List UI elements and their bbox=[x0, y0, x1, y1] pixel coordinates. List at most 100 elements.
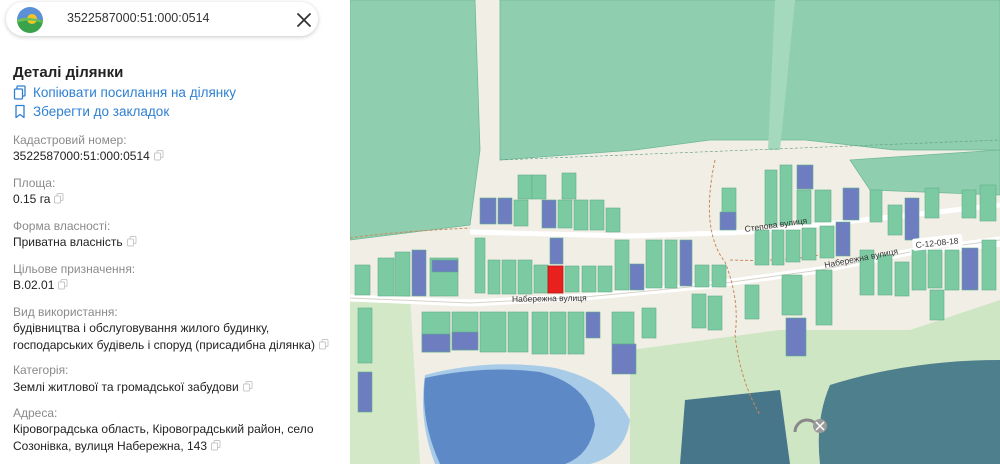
parcel[interactable] bbox=[877, 254, 893, 296]
parcel[interactable] bbox=[744, 284, 760, 320]
copy-icon[interactable] bbox=[54, 193, 64, 204]
parcel[interactable] bbox=[611, 311, 635, 345]
parcel[interactable] bbox=[354, 264, 371, 296]
state-parcel[interactable] bbox=[961, 247, 979, 291]
parcel[interactable] bbox=[924, 187, 940, 219]
parcel[interactable] bbox=[664, 239, 678, 289]
state-parcel[interactable] bbox=[842, 187, 860, 221]
category-label: Категорія: bbox=[13, 363, 69, 377]
parcel[interactable] bbox=[589, 199, 605, 231]
state-parcel[interactable] bbox=[904, 197, 920, 241]
state-parcel[interactable] bbox=[411, 249, 427, 297]
state-parcel[interactable] bbox=[357, 371, 373, 413]
parcel[interactable] bbox=[394, 251, 411, 297]
parcel[interactable] bbox=[887, 204, 903, 236]
parcel[interactable] bbox=[561, 172, 577, 200]
close-icon[interactable] bbox=[292, 8, 316, 32]
parcel[interactable] bbox=[694, 264, 710, 288]
parcel[interactable] bbox=[531, 311, 549, 355]
state-parcel[interactable] bbox=[785, 317, 807, 357]
copy-icon[interactable] bbox=[126, 236, 137, 247]
parcel[interactable] bbox=[814, 189, 832, 223]
parcel[interactable] bbox=[711, 264, 727, 288]
copy-icon[interactable] bbox=[242, 381, 253, 392]
parcel[interactable] bbox=[513, 199, 529, 227]
copy-icon[interactable] bbox=[318, 339, 329, 350]
parcel[interactable] bbox=[981, 239, 997, 291]
parcel[interactable] bbox=[557, 199, 573, 229]
state-parcel[interactable] bbox=[611, 343, 637, 375]
copy-link-button[interactable]: Копіювати посилання на ділянку bbox=[13, 85, 236, 100]
parcel[interactable] bbox=[819, 225, 835, 259]
state-parcel[interactable] bbox=[796, 164, 814, 190]
state-parcel[interactable] bbox=[549, 237, 564, 265]
parcel[interactable] bbox=[549, 311, 567, 355]
state-parcel[interactable] bbox=[479, 197, 497, 225]
state-parcel[interactable] bbox=[451, 331, 479, 351]
parcel[interactable] bbox=[581, 265, 597, 293]
state-parcel[interactable] bbox=[679, 239, 693, 287]
parcel[interactable] bbox=[517, 259, 533, 295]
usage-label: Вид використання: bbox=[13, 305, 118, 319]
parcel[interactable] bbox=[567, 311, 585, 355]
parcel[interactable] bbox=[961, 189, 977, 219]
agricultural-field-west[interactable] bbox=[350, 0, 481, 241]
state-parcel[interactable] bbox=[497, 197, 513, 225]
ownership-value-row: Приватна власність bbox=[13, 234, 137, 251]
parcel[interactable] bbox=[781, 274, 803, 316]
map-canvas[interactable]: Набережна вулиця Набережна вулиця Степов… bbox=[350, 0, 1000, 464]
parcel[interactable] bbox=[474, 237, 486, 294]
parcel[interactable] bbox=[357, 307, 373, 364]
state-parcel[interactable] bbox=[629, 263, 645, 291]
parcel[interactable] bbox=[377, 257, 395, 297]
category-value: Землі житлової та громадської забудови bbox=[13, 380, 239, 394]
parcel[interactable] bbox=[531, 174, 547, 200]
state-parcel[interactable] bbox=[585, 311, 601, 339]
state-parcel[interactable] bbox=[541, 199, 557, 229]
parcel[interactable] bbox=[707, 295, 723, 331]
parcel[interactable] bbox=[929, 289, 945, 321]
state-parcel[interactable] bbox=[421, 333, 451, 353]
parcel[interactable] bbox=[691, 293, 707, 329]
parcel[interactable] bbox=[605, 207, 621, 233]
parcel[interactable] bbox=[597, 265, 613, 293]
copy-icon[interactable] bbox=[153, 150, 164, 161]
state-parcel[interactable] bbox=[835, 221, 851, 257]
parcel[interactable] bbox=[869, 189, 883, 223]
state-parcel[interactable] bbox=[719, 211, 737, 231]
cadastral-map[interactable]: Набережна вулиця Набережна вулиця Степов… bbox=[350, 0, 1000, 464]
parcel[interactable] bbox=[894, 261, 910, 297]
search-bar[interactable]: 3522587000:51:000:0514 bbox=[6, 2, 318, 36]
parcel[interactable] bbox=[764, 169, 778, 226]
copy-icon[interactable] bbox=[58, 279, 68, 290]
copy-icon[interactable] bbox=[211, 440, 221, 451]
parcel[interactable] bbox=[479, 311, 507, 353]
area-value: 0.15 га bbox=[13, 192, 51, 206]
parcel[interactable] bbox=[944, 249, 960, 291]
parcel[interactable] bbox=[771, 229, 785, 266]
parcel[interactable] bbox=[754, 229, 770, 266]
parcel[interactable] bbox=[801, 227, 817, 261]
parcel[interactable] bbox=[517, 174, 533, 200]
state-parcel[interactable] bbox=[431, 259, 459, 273]
parcel[interactable] bbox=[815, 269, 833, 326]
parcel[interactable] bbox=[614, 239, 630, 291]
parcel[interactable] bbox=[645, 239, 663, 289]
selected-parcel[interactable] bbox=[547, 265, 564, 294]
parcel[interactable] bbox=[785, 229, 801, 263]
agricultural-field-north[interactable] bbox=[499, 0, 1000, 161]
parcel[interactable] bbox=[911, 249, 927, 291]
parcel[interactable] bbox=[487, 259, 501, 295]
parcel[interactable] bbox=[779, 164, 793, 226]
parcel[interactable] bbox=[501, 259, 517, 295]
usage-value-line2: господарських будівель і споруд (присади… bbox=[13, 338, 315, 352]
parcel[interactable] bbox=[573, 199, 589, 231]
parcel[interactable] bbox=[641, 307, 657, 339]
bookmark-button[interactable]: Зберегти до закладок bbox=[13, 104, 169, 119]
parcel[interactable] bbox=[533, 264, 549, 294]
parcel[interactable] bbox=[927, 249, 943, 289]
parcel[interactable] bbox=[979, 184, 997, 222]
ownership-value: Приватна власність bbox=[13, 235, 123, 249]
parcel[interactable] bbox=[507, 311, 529, 353]
parcel[interactable] bbox=[564, 265, 580, 293]
